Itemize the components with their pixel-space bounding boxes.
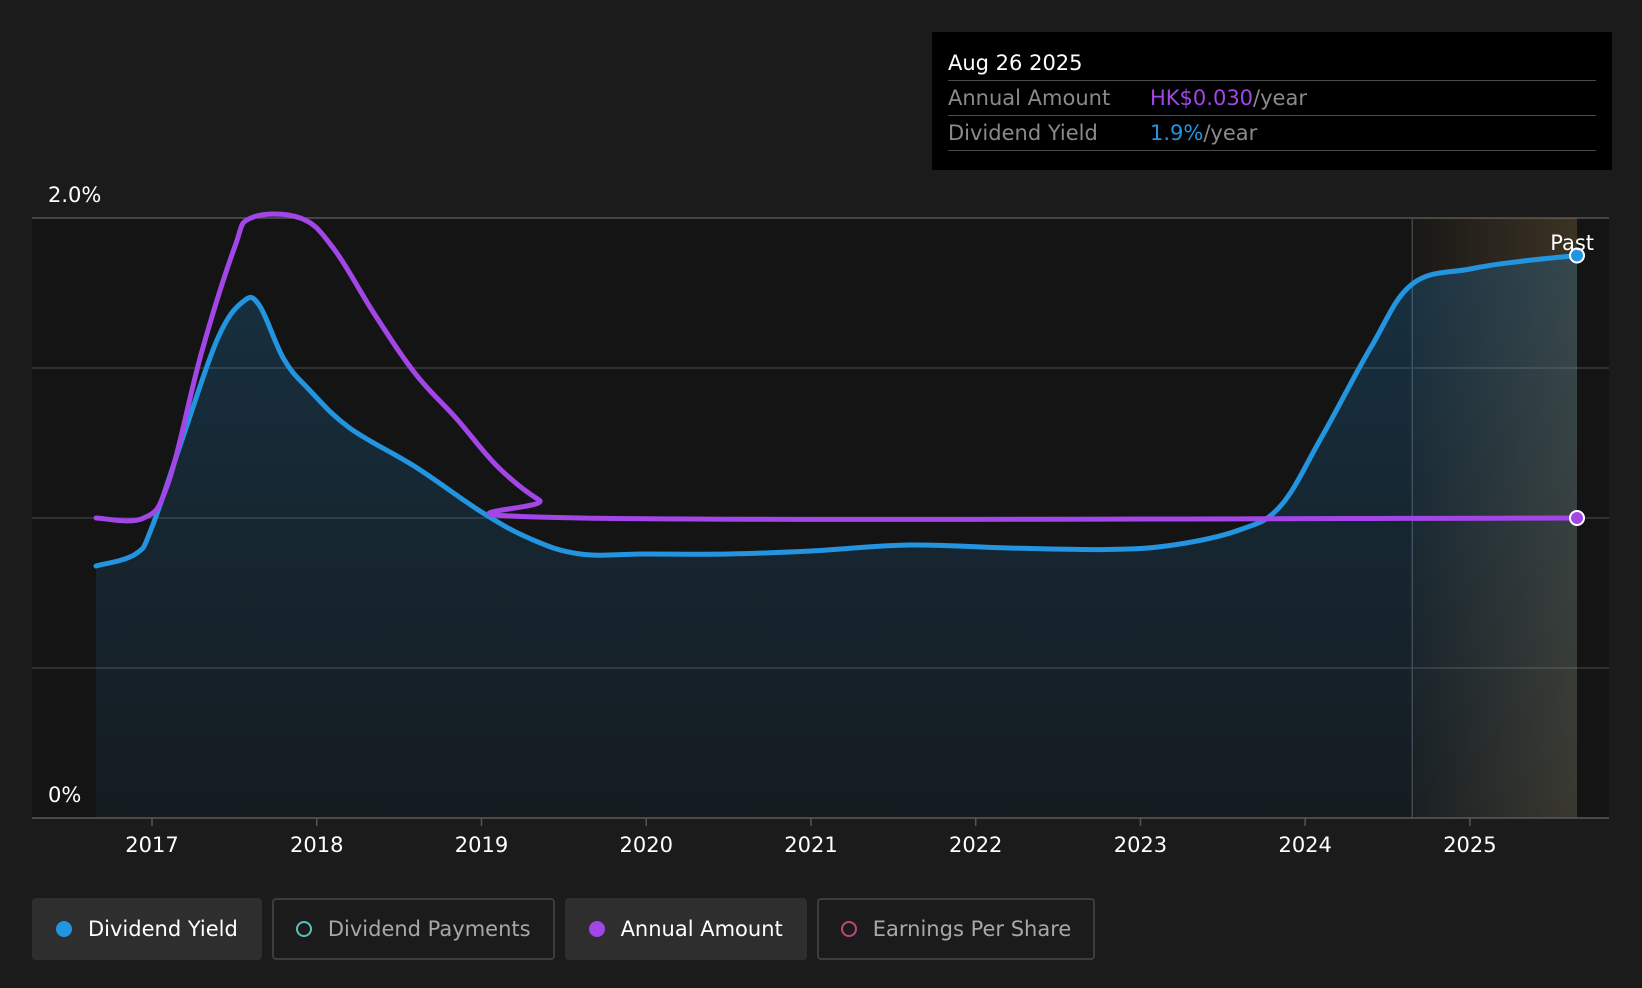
tooltip-annual-amount-row: Annual Amount HK$0.030 /year (948, 80, 1596, 115)
chart-legend: Dividend Yield Dividend Payments Annual … (32, 898, 1096, 960)
y-axis-max-label: 2.0% (48, 183, 101, 207)
tooltip-date: Aug 26 2025 (948, 51, 1083, 75)
tooltip-dividend-yield-row: Dividend Yield 1.9% /year (948, 115, 1596, 151)
x-tick-label: 2023 (1114, 833, 1167, 857)
x-tick-label: 2020 (620, 833, 673, 857)
x-tick-label: 2018 (290, 833, 343, 857)
legend-annual-amount-label: Annual Amount (620, 917, 783, 941)
legend-annual-amount[interactable]: Annual Amount (564, 898, 807, 960)
past-label: Past (1550, 231, 1594, 255)
dividend-payments-ring-icon (295, 921, 312, 937)
tooltip-dividend-yield-value: 1.9% (1150, 121, 1204, 145)
tooltip-annual-amount-value: HK$0.030 (1150, 86, 1254, 110)
tooltip-annual-amount-unit: /year (1253, 86, 1307, 110)
y-axis-min-label: 0% (48, 783, 81, 807)
legend-dividend-payments[interactable]: Dividend Payments (271, 898, 555, 960)
legend-dividend-payments-label: Dividend Payments (327, 917, 531, 941)
hover-tooltip: Aug 26 2025 Annual Amount HK$0.030 /year… (932, 32, 1612, 170)
dividend-yield-dot-icon (56, 921, 72, 937)
x-tick-label: 2025 (1443, 833, 1496, 857)
annual-amount-end-marker (1569, 510, 1585, 526)
x-tick-label: 2024 (1278, 833, 1331, 857)
x-axis-ticks: 2017 2018 2019 2020 2021 2022 2023 2024 2025 (125, 818, 1497, 857)
tooltip-annual-amount-label: Annual Amount (948, 86, 1111, 110)
legend-earnings-per-share-label: Earnings Per Share (872, 917, 1072, 941)
tooltip-dividend-yield-label: Dividend Yield (948, 121, 1098, 145)
x-tick-label: 2017 (125, 833, 178, 857)
earnings-per-share-ring-icon (840, 921, 857, 937)
x-tick-label: 2021 (784, 833, 837, 857)
x-tick-label: 2019 (455, 833, 508, 857)
annual-amount-dot-icon (588, 921, 605, 937)
tooltip-dividend-yield-unit: /year (1203, 121, 1258, 145)
legend-earnings-per-share[interactable]: Earnings Per Share (816, 898, 1096, 960)
legend-dividend-yield-label: Dividend Yield (88, 917, 238, 941)
x-tick-label: 2022 (949, 833, 1002, 857)
legend-dividend-yield[interactable]: Dividend Yield (32, 898, 262, 960)
